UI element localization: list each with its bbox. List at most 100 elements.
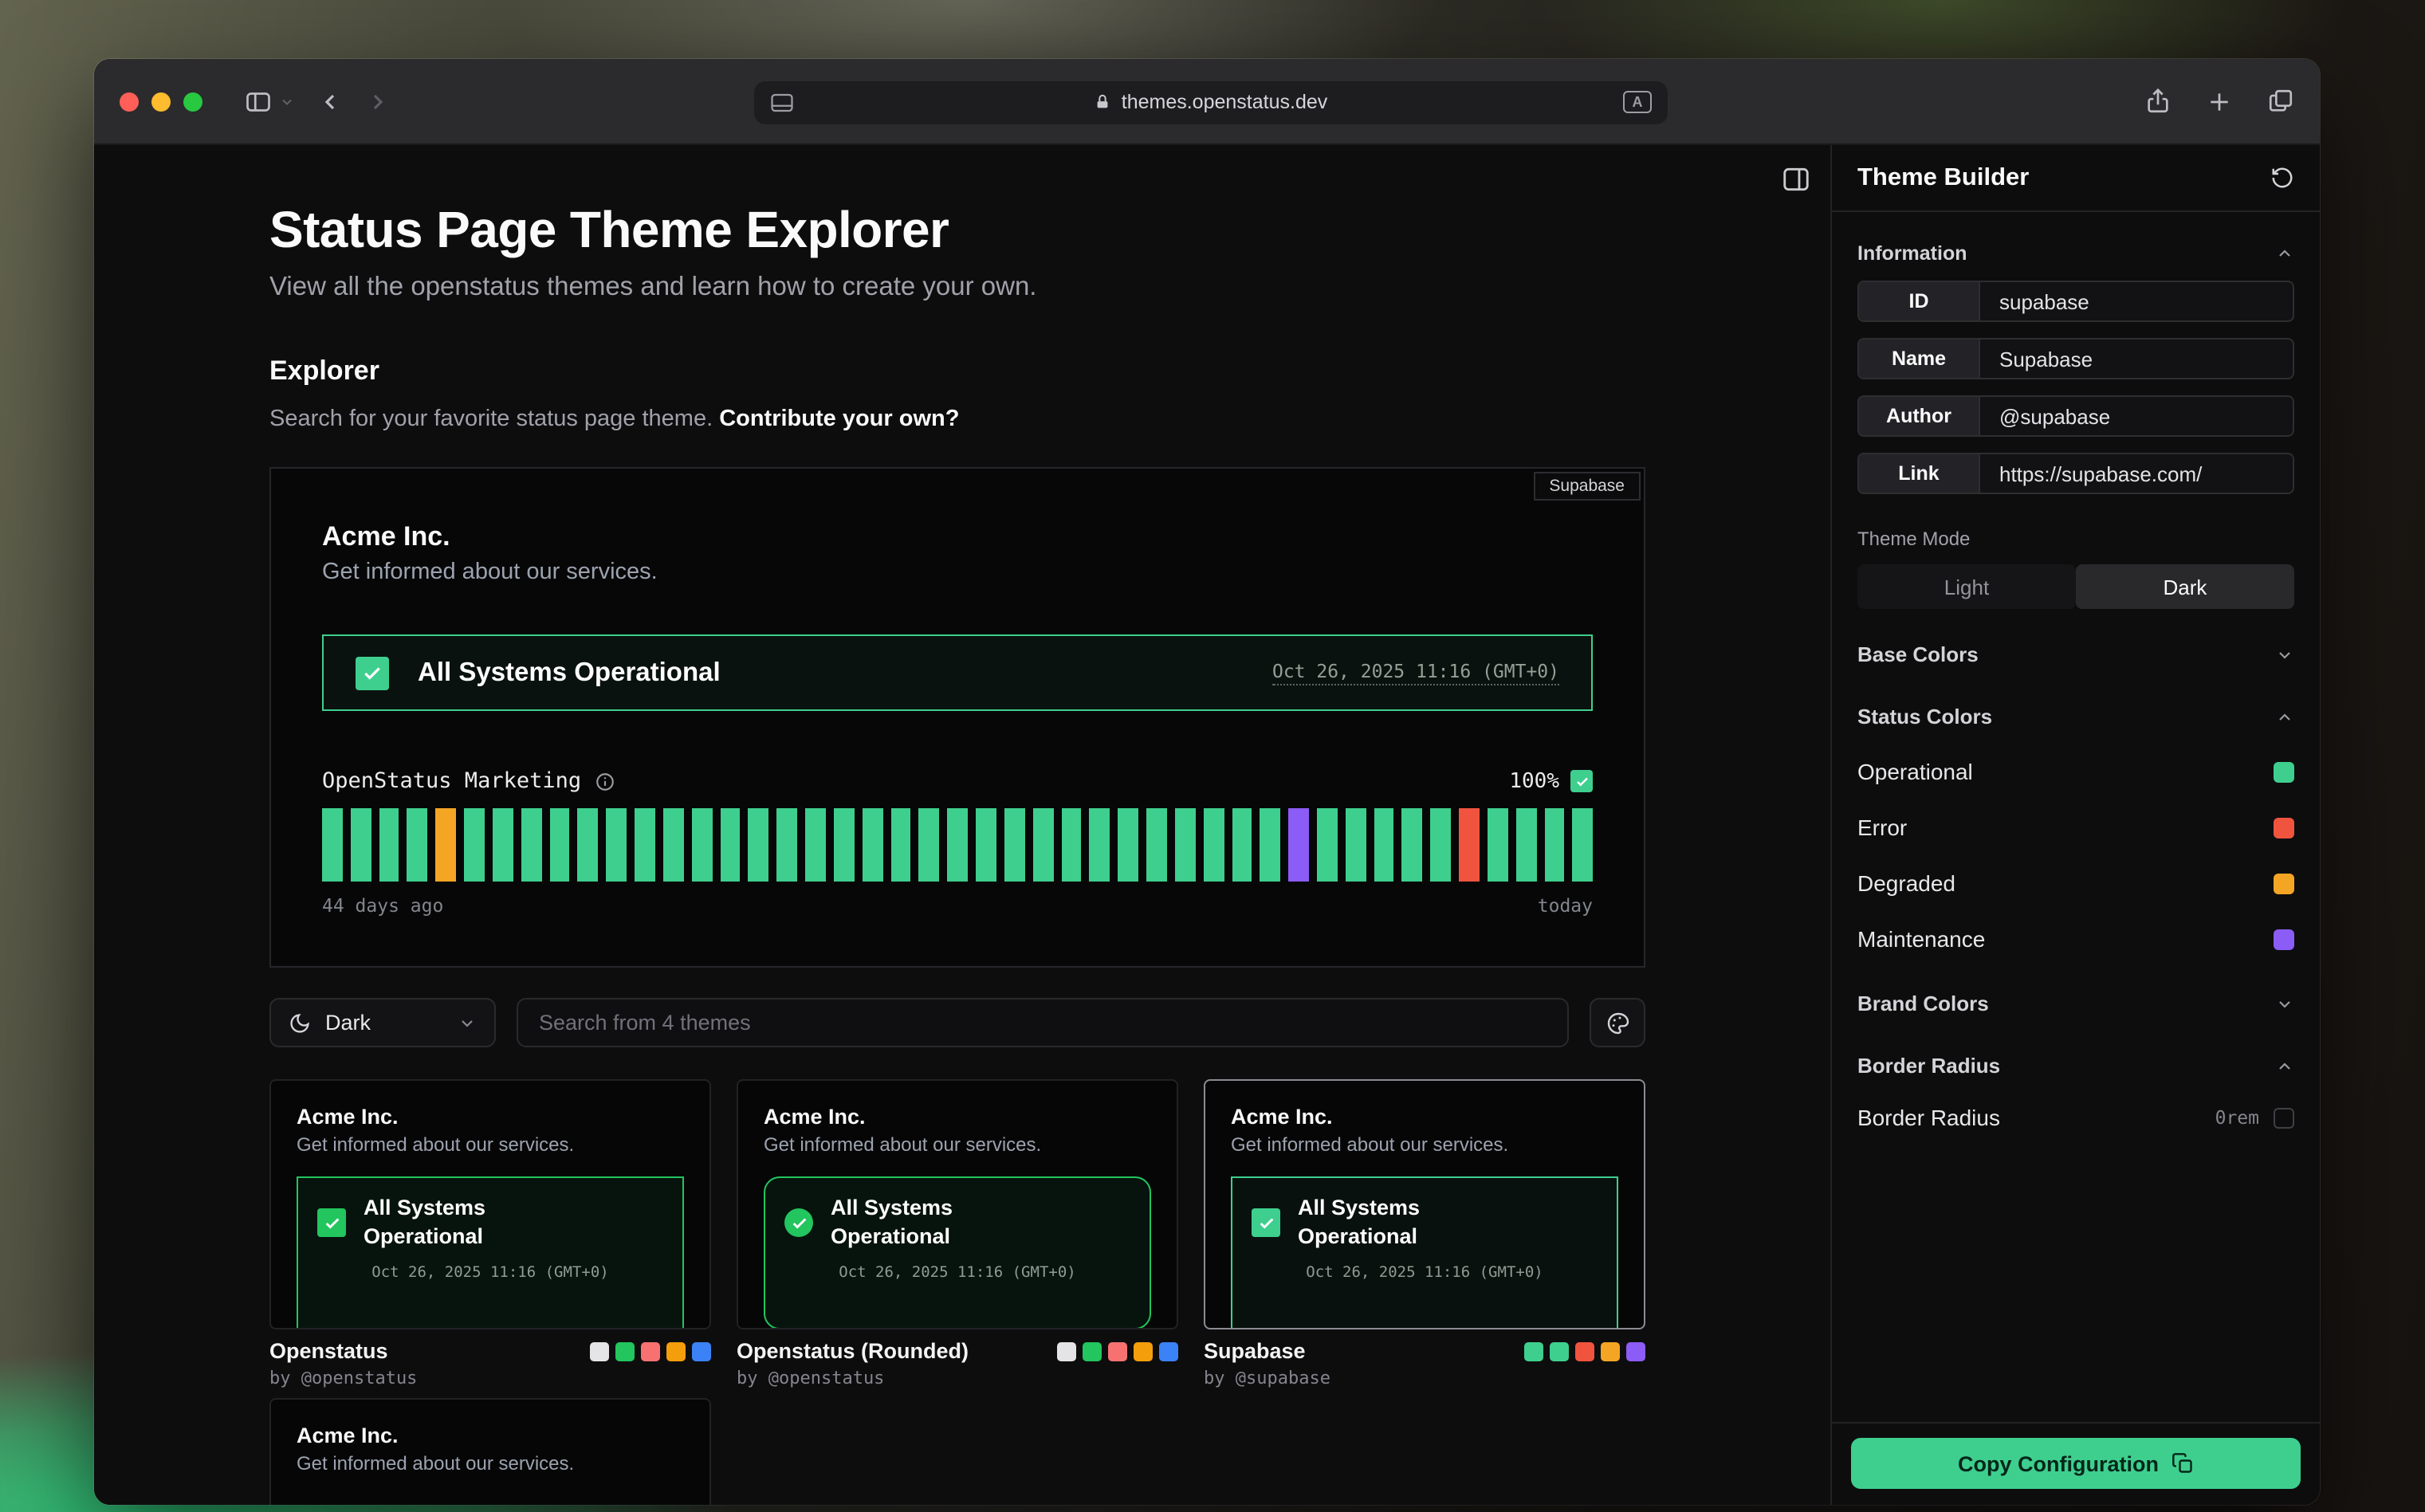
tracker-bar-operational[interactable] [1488, 808, 1508, 882]
tracker-bar-operational[interactable] [1090, 808, 1110, 882]
tracker-bar-operational[interactable] [1544, 808, 1565, 882]
palette-button[interactable] [1590, 998, 1645, 1047]
theme-card-preview[interactable]: Acme Inc. Get informed about our service… [269, 1079, 711, 1329]
mini-status-timestamp: Oct 26, 2025 11:16 (GMT+0) [317, 1265, 663, 1282]
builder-panel-toggle-icon[interactable] [1781, 164, 1811, 202]
address-bar[interactable]: themes.openstatus.dev A [754, 81, 1668, 124]
status-timestamp[interactable]: Oct 26, 2025 11:16 (GMT+0) [1272, 660, 1559, 685]
tracker-bar-operational[interactable] [1203, 808, 1224, 882]
tracker-bar-operational[interactable] [1146, 808, 1167, 882]
contribute-link[interactable]: Contribute your own? [719, 406, 959, 432]
tracker-bar-operational[interactable] [635, 808, 655, 882]
color-swatch[interactable] [2274, 817, 2294, 838]
tracker-bar-maintenance[interactable] [1288, 808, 1309, 882]
mini-company-subtitle: Get informed about our services. [297, 1133, 684, 1156]
border-radius-input[interactable] [2274, 1107, 2294, 1128]
border-radius-value[interactable]: 0rem [2215, 1106, 2259, 1129]
mini-company-subtitle: Get informed about our services. [1231, 1133, 1618, 1156]
tracker-bar-operational[interactable] [720, 808, 741, 882]
tracker-bar-operational[interactable] [1402, 808, 1423, 882]
tracker-bar-operational[interactable] [1573, 808, 1594, 882]
page-settings-icon[interactable] [770, 92, 794, 112]
share-icon[interactable] [2144, 88, 2171, 115]
tracker-bar-operational[interactable] [578, 808, 599, 882]
tracker-bar-operational[interactable] [862, 808, 882, 882]
field-value[interactable]: @supabase [1980, 397, 2293, 435]
uptime-tracker [322, 808, 1593, 882]
theme-mode-dark-button[interactable]: Dark [2076, 564, 2294, 609]
tracker-bar-operational[interactable] [805, 808, 826, 882]
zoom-window-button[interactable] [183, 92, 202, 111]
field-value[interactable]: Supabase [1980, 340, 2293, 378]
tracker-bar-operational[interactable] [1232, 808, 1252, 882]
mini-status-label: All SystemsOperational [1298, 1194, 1420, 1252]
tracker-bar-operational[interactable] [407, 808, 428, 882]
tracker-bar-operational[interactable] [1175, 808, 1196, 882]
tracker-bar-operational[interactable] [1004, 808, 1025, 882]
tracker-bar-operational[interactable] [493, 808, 513, 882]
new-tab-icon[interactable] [2207, 88, 2232, 114]
tracker-bar-operational[interactable] [464, 808, 485, 882]
close-window-button[interactable] [120, 92, 139, 111]
tracker-bar-operational[interactable] [379, 808, 399, 882]
tracker-bar-operational[interactable] [607, 808, 627, 882]
tracker-bar-error[interactable] [1459, 808, 1480, 882]
sidebar-toggle-icon[interactable] [244, 87, 273, 116]
tracker-bar-operational[interactable] [749, 808, 769, 882]
color-swatch[interactable] [2274, 873, 2294, 893]
field-id: ID supabase [1857, 281, 2294, 322]
theme-color-swatch [1524, 1341, 1543, 1361]
reset-icon[interactable] [2270, 166, 2294, 190]
chevron-down-icon[interactable] [279, 93, 295, 109]
field-value[interactable]: https://supabase.com/ [1980, 454, 2293, 493]
tracker-bar-operational[interactable] [947, 808, 968, 882]
tracker-bar-operational[interactable] [1061, 808, 1082, 882]
forward-button[interactable] [365, 88, 391, 114]
tracker-bar-operational[interactable] [1260, 808, 1281, 882]
copy-configuration-button[interactable]: Copy Configuration [1851, 1438, 2301, 1489]
color-swatch[interactable] [2274, 929, 2294, 949]
tracker-bar-operational[interactable] [1118, 808, 1138, 882]
tab-overview-icon[interactable] [2267, 88, 2294, 115]
tracker-bar-operational[interactable] [1346, 808, 1366, 882]
theme-card-supabase: Acme Inc. Get informed about our service… [1204, 1079, 1645, 1388]
theme-mode-light-button[interactable]: Light [1857, 564, 2076, 609]
tracker-bar-operational[interactable] [1317, 808, 1338, 882]
theme-card-preview[interactable]: Acme Inc. Get informed about our service… [1204, 1079, 1645, 1329]
tracker-bar-operational[interactable] [777, 808, 798, 882]
tracker-bar-operational[interactable] [322, 808, 343, 882]
theme-card-preview[interactable]: Acme Inc. Get informed about our service… [737, 1079, 1178, 1329]
tracker-bar-operational[interactable] [521, 808, 542, 882]
back-button[interactable] [317, 88, 343, 114]
tracker-bar-operational[interactable] [1431, 808, 1452, 882]
theme-card-preview[interactable]: Acme Inc. Get informed about our service… [269, 1398, 711, 1505]
section-base-colors[interactable]: Base Colors [1857, 642, 2294, 666]
section-brand-colors[interactable]: Brand Colors [1857, 992, 2294, 1015]
color-swatch[interactable] [2274, 761, 2294, 782]
url-display: themes.openstatus.dev [754, 91, 1668, 113]
minimize-window-button[interactable] [151, 92, 171, 111]
tracker-bar-degraded[interactable] [436, 808, 457, 882]
tracker-bar-operational[interactable] [976, 808, 996, 882]
section-information[interactable]: Information [1857, 242, 2294, 265]
tracker-bar-operational[interactable] [351, 808, 371, 882]
translate-icon[interactable]: A [1623, 91, 1652, 113]
tracker-bar-operational[interactable] [663, 808, 684, 882]
tracker-bar-operational[interactable] [1032, 808, 1053, 882]
mini-status-timestamp: Oct 26, 2025 11:16 (GMT+0) [1252, 1265, 1598, 1282]
section-status-colors[interactable]: Status Colors [1857, 705, 2294, 729]
operational-check-icon [356, 656, 389, 689]
theme-mode-select[interactable]: Dark [269, 998, 496, 1047]
tracker-bar-operational[interactable] [1516, 808, 1537, 882]
tracker-bar-operational[interactable] [834, 808, 855, 882]
tracker-bar-operational[interactable] [890, 808, 911, 882]
tracker-bar-operational[interactable] [1374, 808, 1394, 882]
builder-title: Theme Builder [1857, 163, 2029, 192]
tracker-bar-operational[interactable] [692, 808, 713, 882]
field-value[interactable]: supabase [1980, 282, 2293, 320]
tracker-bar-operational[interactable] [549, 808, 570, 882]
info-icon[interactable] [594, 771, 615, 791]
section-border-radius[interactable]: Border Radius [1857, 1054, 2294, 1078]
tracker-bar-operational[interactable] [919, 808, 940, 882]
theme-search-input[interactable] [517, 998, 1569, 1047]
